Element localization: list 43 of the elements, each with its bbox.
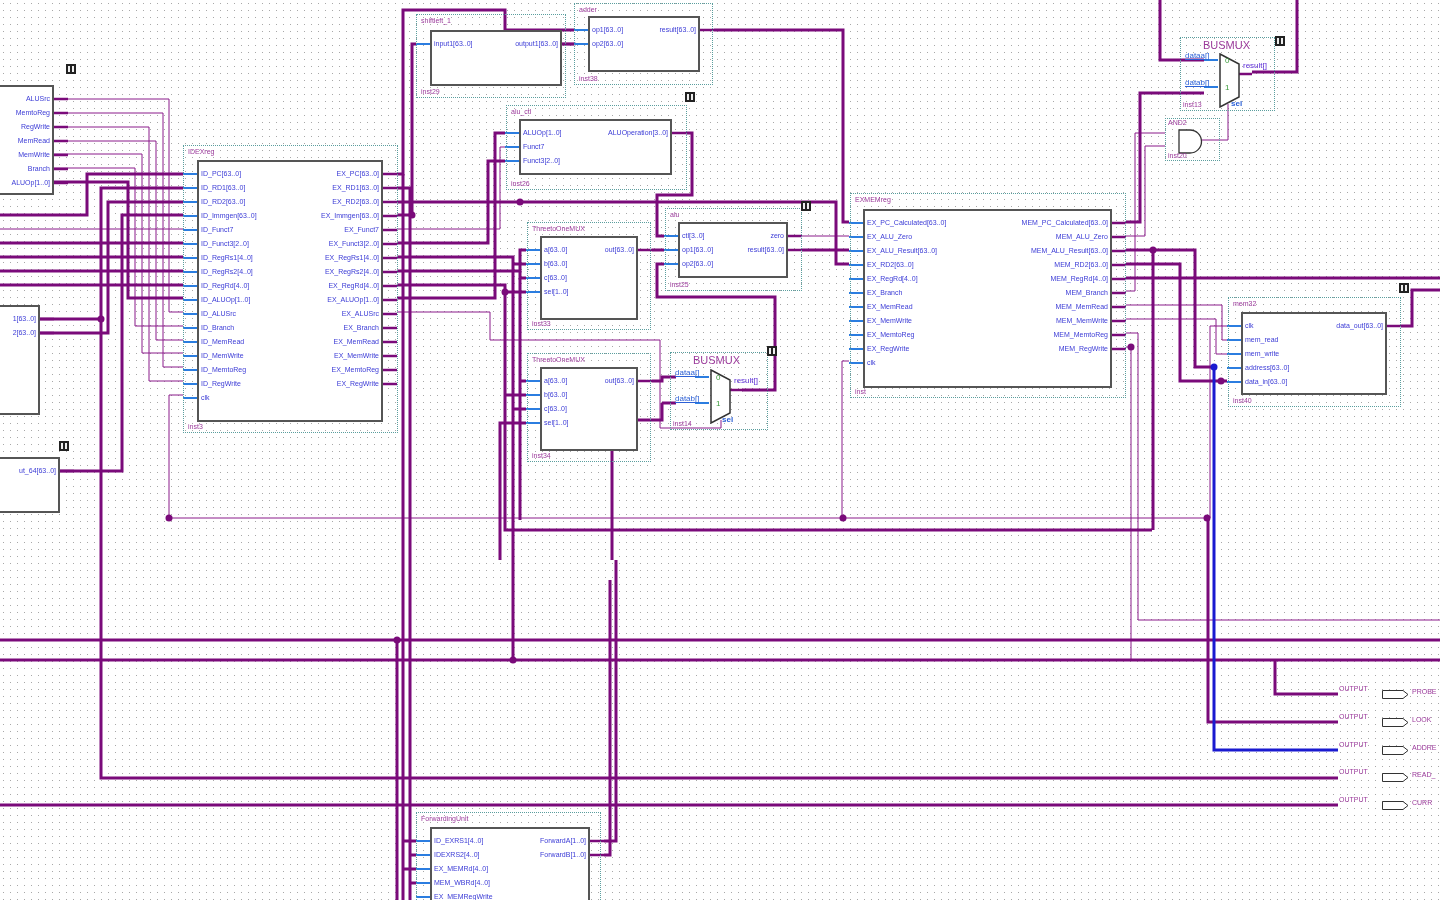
- input-number: 0: [1225, 56, 1230, 65]
- junction-dot: [1127, 343, 1135, 351]
- junction-dot: [165, 514, 173, 522]
- junction-dot: [393, 636, 401, 644]
- mux-title: BUSMUX: [693, 354, 741, 366]
- input-number: 1: [716, 399, 721, 408]
- marker-icon: [1275, 36, 1285, 46]
- output-port-icon: [1382, 773, 1409, 782]
- junction-dot: [839, 514, 847, 522]
- mux-title: BUSMUX: [1203, 39, 1251, 51]
- pin-label: datab[]: [1185, 78, 1210, 87]
- pin-label: result[]: [734, 376, 758, 385]
- marker-icon: [1399, 283, 1409, 293]
- select-label: sel: [1231, 99, 1243, 108]
- pin-label: dataa[]: [675, 368, 700, 377]
- junction-dot: [408, 211, 416, 219]
- junction-dot: [1203, 514, 1211, 522]
- output-port-icon: [1382, 801, 1409, 810]
- marker-icon: [767, 346, 777, 356]
- marker-icon: [685, 92, 695, 102]
- select-label: sel: [722, 415, 734, 424]
- and-gate-icon: [1178, 129, 1204, 154]
- pin-label: dataa[]: [1185, 51, 1210, 60]
- input-number: 1: [1225, 83, 1230, 92]
- output-port-icon: [1382, 718, 1409, 727]
- junction-dot: [1149, 246, 1157, 254]
- input-number: 0: [716, 373, 721, 382]
- pin-label: datab[]: [675, 394, 700, 403]
- marker-icon: [66, 64, 76, 74]
- output-port-icon: [1382, 746, 1409, 755]
- wire: [801, 235, 850, 237]
- wire: [1201, 103, 1229, 141]
- marker-icon: [801, 201, 811, 211]
- marker-icon: [59, 441, 69, 451]
- junction-dot: [516, 198, 524, 206]
- pin-label: result[]: [1243, 61, 1267, 70]
- junction-dot: [501, 288, 509, 296]
- bus-wire: [1401, 288, 1440, 328]
- junction-dot: [1210, 363, 1218, 371]
- junction-dot: [1217, 377, 1225, 385]
- output-port-icon: [1382, 690, 1409, 699]
- junction-dot: [509, 656, 517, 664]
- junction-dot: [97, 315, 105, 323]
